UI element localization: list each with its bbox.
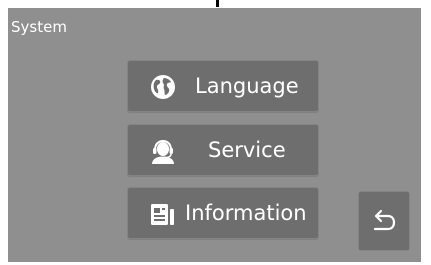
back-button[interactable] bbox=[358, 191, 410, 251]
information-button[interactable]: Information bbox=[127, 187, 319, 239]
system-screen: System Language Service Information bbox=[8, 8, 421, 262]
service-label: Service bbox=[208, 138, 286, 162]
headset-agent-icon bbox=[152, 139, 174, 164]
back-arrow-icon bbox=[373, 209, 396, 231]
bezel-top-marker bbox=[216, 0, 219, 7]
language-label: Language bbox=[195, 74, 299, 98]
language-button[interactable]: Language bbox=[127, 60, 319, 112]
screen-title: System bbox=[11, 18, 67, 36]
information-label: Information bbox=[185, 201, 307, 225]
service-button[interactable]: Service bbox=[127, 124, 319, 176]
document-info-icon bbox=[151, 204, 174, 225]
globe-icon bbox=[151, 75, 175, 99]
